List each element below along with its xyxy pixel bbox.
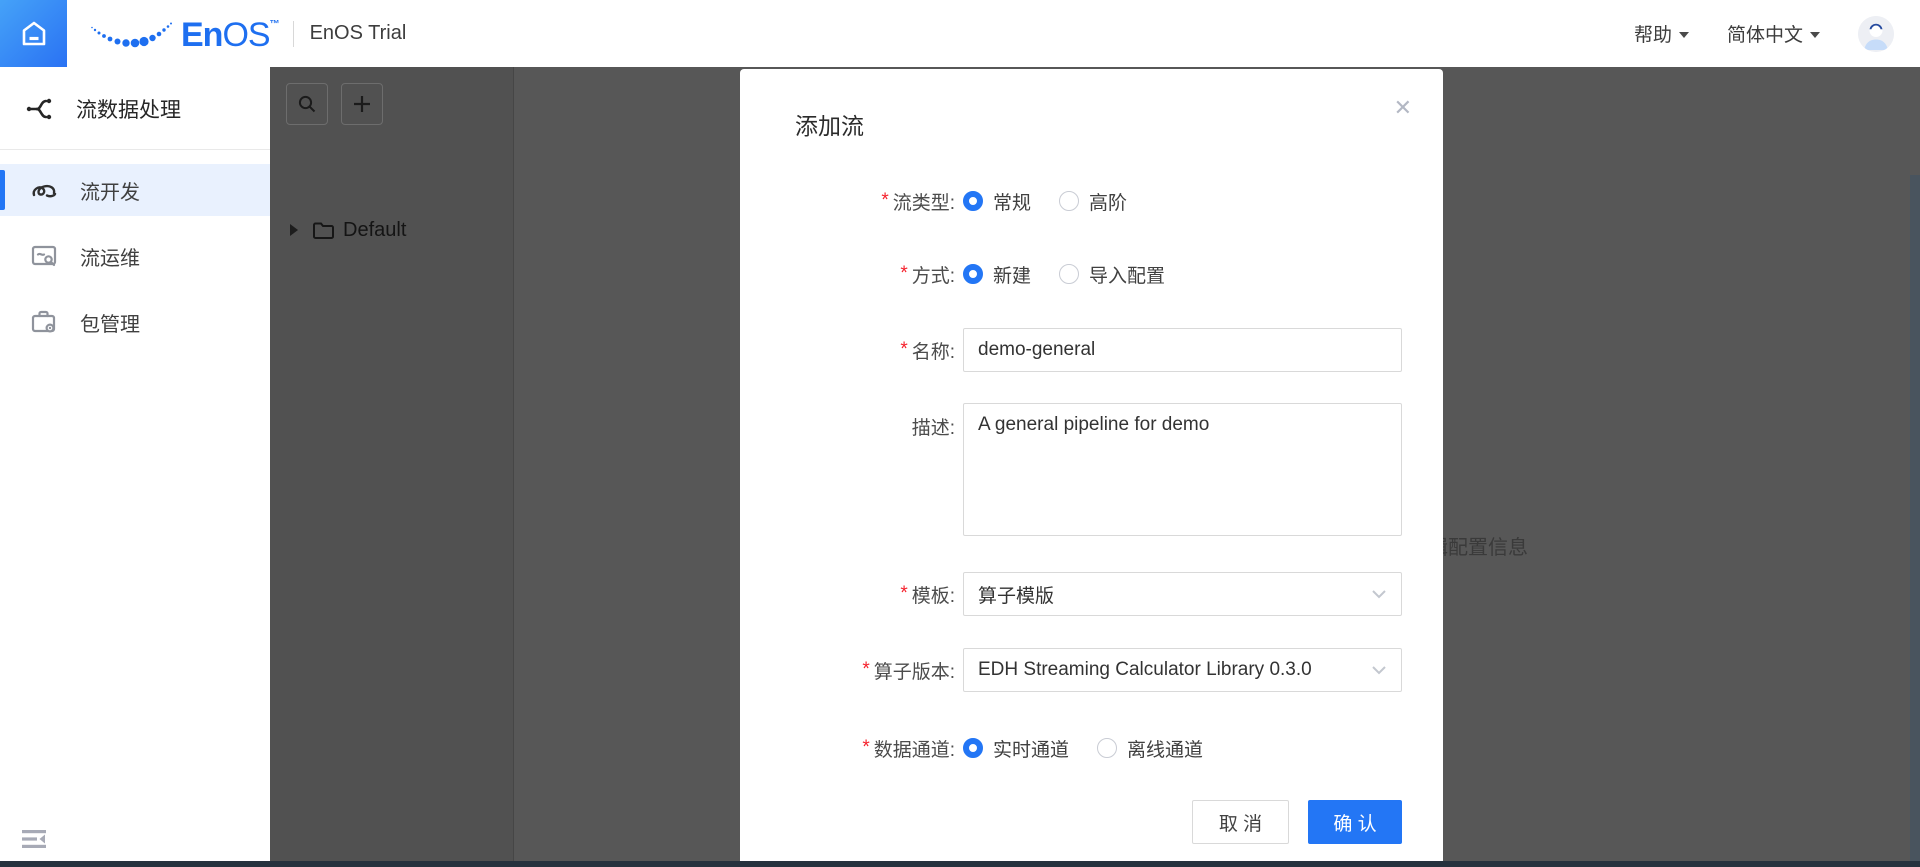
radio-selected-icon — [963, 738, 983, 758]
field-label: 数据通道: — [873, 739, 955, 761]
stream-type-radio-group: 常规 高阶 — [963, 188, 1127, 215]
confirm-button[interactable]: 确 认 — [1308, 800, 1402, 844]
field-label: 方式: — [911, 265, 955, 287]
collapse-menu-icon — [22, 830, 46, 848]
person-icon — [1858, 15, 1894, 52]
modal-title: 添加流 — [795, 113, 864, 139]
form-row-stream-type: * 流类型: 常规 高阶 — [740, 188, 1443, 215]
radio-unselected-icon — [1059, 191, 1080, 211]
required-marker: * — [881, 190, 889, 211]
field-label: 名称: — [911, 341, 955, 363]
tree-expand-caret-icon[interactable] — [290, 224, 298, 236]
tree-node-label: Default — [343, 218, 407, 241]
name-input[interactable] — [963, 328, 1402, 372]
form-row-operator-version: * 算子版本: EDH Streaming Calculator Library… — [740, 648, 1443, 692]
radio-option-realtime-channel[interactable]: 实时通道 — [963, 735, 1069, 762]
stream-development-icon — [30, 176, 58, 204]
help-menu[interactable]: 帮助 — [1634, 20, 1689, 47]
enos-logo-text: EnOS™ — [181, 15, 280, 54]
stream-tree-panel: Default — [270, 67, 514, 867]
add-stream-button[interactable] — [341, 83, 383, 125]
operator-version-select[interactable]: EDH Streaming Calculator Library 0.3.0 — [963, 648, 1402, 692]
data-channel-radio-group: 实时通道 离线通道 — [963, 735, 1203, 762]
template-select-value: 算子模版 — [978, 585, 1055, 607]
stream-processing-icon — [24, 94, 54, 124]
package-management-icon — [30, 308, 58, 336]
radio-unselected-icon — [1097, 738, 1118, 758]
enos-logo-icon — [89, 17, 175, 51]
radio-option-general[interactable]: 常规 — [963, 188, 1031, 215]
search-button[interactable] — [286, 83, 328, 125]
user-avatar[interactable] — [1858, 15, 1894, 52]
field-label: 算子版本: — [873, 661, 955, 683]
sidebar-item-stream-development[interactable]: 流开发 — [0, 164, 270, 216]
cancel-button[interactable]: 取 消 — [1192, 800, 1289, 844]
search-icon — [298, 95, 316, 113]
required-marker: * — [900, 583, 908, 604]
chevron-down-icon — [1678, 32, 1689, 38]
field-label: 模板: — [911, 585, 955, 607]
sidebar-item-label: 包管理 — [80, 313, 140, 336]
radio-option-new[interactable]: 新建 — [963, 261, 1031, 288]
enos-logo: EnOS™ — [89, 15, 280, 54]
radio-option-advanced[interactable]: 高阶 — [1059, 188, 1127, 215]
page-scrollbar[interactable] — [1910, 175, 1920, 861]
field-label: 流类型: — [892, 192, 955, 214]
background-config-text: 辑配置信息 — [1428, 537, 1528, 559]
sidebar-section-title: 流数据处理 — [0, 79, 270, 139]
form-row-name: * 名称: — [740, 328, 1443, 372]
required-marker: * — [900, 263, 908, 284]
field-label: 描述: — [911, 418, 955, 439]
radio-selected-icon — [963, 264, 983, 284]
add-stream-modal: 添加流 ✕ * 流类型: 常规 高阶 * 方式: 新建 导入配置 * 名称: d… — [740, 69, 1443, 867]
template-select[interactable]: 算子模版 — [963, 572, 1402, 616]
left-sidebar: 流数据处理 流开发 流运维 包管理 — [0, 67, 270, 867]
sidebar-item-package-management[interactable]: 包管理 — [0, 296, 270, 348]
radio-unselected-icon — [1059, 264, 1080, 284]
sidebar-collapse-button[interactable] — [20, 827, 48, 851]
radio-option-offline-channel[interactable]: 离线通道 — [1097, 735, 1203, 762]
header-divider — [292, 20, 294, 47]
required-marker: * — [900, 339, 908, 360]
form-row-template: * 模板: 算子模版 — [740, 572, 1443, 616]
sidebar-item-label: 流运维 — [80, 247, 140, 270]
required-marker: * — [862, 737, 870, 758]
radio-option-import-config[interactable]: 导入配置 — [1059, 261, 1165, 288]
folder-icon — [312, 221, 335, 240]
sidebar-item-label: 流开发 — [80, 181, 140, 204]
top-header: EnOS™ EnOS Trial 帮助 简体中文 — [0, 0, 1920, 67]
chevron-down-icon — [1372, 666, 1386, 675]
operator-version-select-value: EDH Streaming Calculator Library 0.3.0 — [978, 659, 1312, 680]
radio-selected-icon — [963, 191, 983, 211]
bottom-edge-bar — [0, 861, 1920, 867]
chevron-down-icon — [1810, 32, 1820, 38]
stream-operation-icon — [30, 242, 58, 270]
required-marker: * — [862, 659, 870, 680]
form-row-method: * 方式: 新建 导入配置 — [740, 261, 1443, 288]
close-icon[interactable]: ✕ — [1388, 91, 1418, 125]
home-button[interactable] — [0, 0, 67, 67]
app-title: EnOS Trial — [309, 22, 407, 44]
sidebar-item-stream-operation[interactable]: 流运维 — [0, 230, 270, 282]
description-textarea[interactable] — [963, 403, 1402, 536]
chevron-down-icon — [1372, 590, 1386, 599]
home-icon — [17, 17, 51, 51]
plus-icon — [354, 96, 370, 112]
tree-node-default[interactable]: Default — [270, 213, 513, 247]
form-row-data-channel: * 数据通道: 实时通道 离线通道 — [740, 735, 1443, 762]
language-menu[interactable]: 简体中文 — [1727, 20, 1820, 47]
sidebar-divider — [0, 149, 270, 150]
form-row-description: 描述: — [740, 403, 1443, 536]
method-radio-group: 新建 导入配置 — [963, 261, 1165, 288]
